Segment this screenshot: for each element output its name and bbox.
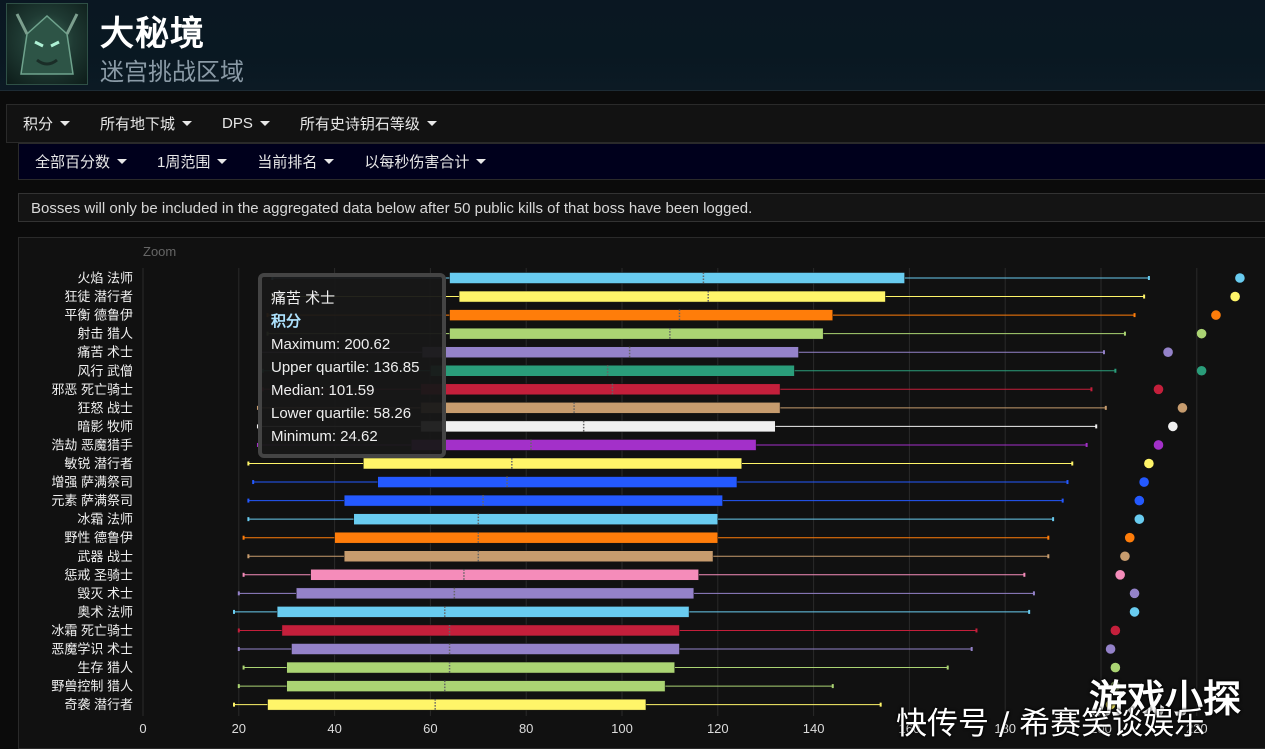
outlier-point[interactable] (1134, 514, 1145, 524)
box[interactable] (421, 346, 799, 358)
x-tick-label: 80 (519, 721, 533, 736)
y-category-label: 暗影 牧师 (77, 419, 133, 434)
x-tick-label: 140 (803, 721, 825, 736)
x-tick-label: 60 (423, 721, 437, 736)
tooltip-lower-quartile: Lower quartile: 58.26 (271, 405, 412, 422)
y-category-label: 元素 萨满祭司 (51, 493, 133, 508)
tooltip-metric: 积分 (271, 313, 302, 330)
box[interactable] (458, 290, 886, 303)
box[interactable] (420, 420, 776, 433)
tooltip-spec: 痛苦 术士 (271, 290, 336, 307)
box[interactable] (343, 550, 714, 562)
box[interactable] (310, 569, 699, 581)
y-category-label: 野性 德鲁伊 (64, 530, 133, 545)
y-category-label: 毁灭 术士 (77, 586, 133, 601)
x-tick-label: 120 (707, 721, 729, 736)
tooltip-minimum: Minimum: 24.62 (271, 428, 378, 445)
box[interactable] (363, 457, 742, 470)
outlier-point[interactable] (1153, 440, 1164, 450)
outlier-point[interactable] (1230, 291, 1240, 302)
outlier-point[interactable] (1105, 644, 1116, 654)
outlier-point[interactable] (1163, 347, 1173, 358)
y-category-label: 狂怒 战士 (77, 400, 133, 415)
outlier-point[interactable] (1235, 273, 1245, 283)
y-category-label: 射击 猎人 (77, 326, 133, 341)
outlier-point[interactable] (1120, 551, 1130, 562)
outlier-point[interactable] (1110, 625, 1121, 636)
y-category-label: 奥术 法师 (77, 604, 133, 619)
x-tick-label: 100 (611, 721, 633, 736)
x-tick-label: 0 (139, 721, 146, 736)
chart-tooltip: 痛苦 术士 积分 Maximum: 200.62 Upper quartile:… (258, 273, 446, 458)
outlier-point[interactable] (1196, 328, 1207, 339)
y-category-label: 冰霜 死亡骑士 (51, 623, 133, 638)
box[interactable] (430, 365, 795, 377)
box[interactable] (296, 587, 695, 600)
outlier-point[interactable] (1129, 607, 1140, 617)
outlier-point[interactable] (1124, 532, 1135, 543)
outlier-point[interactable] (1115, 570, 1125, 580)
y-category-label: 恶魔学识 术士 (51, 642, 133, 657)
outlier-point[interactable] (1139, 477, 1149, 487)
y-category-label: 武器 战士 (77, 549, 133, 564)
watermark: 游戏小探 快传号 / 希赛笑谈娱乐 (896, 668, 1261, 742)
y-category-label: 平衡 德鲁伊 (64, 308, 133, 323)
box[interactable] (449, 272, 905, 284)
y-category-label: 奇袭 潜行者 (64, 697, 133, 712)
tooltip-upper-quartile: Upper quartile: 136.85 (271, 359, 420, 376)
zoom-label[interactable]: Zoom (143, 244, 176, 259)
y-category-label: 火焰 法师 (77, 271, 133, 286)
box[interactable] (291, 643, 680, 655)
box[interactable] (449, 327, 824, 340)
y-category-label: 惩戒 圣骑士 (64, 567, 133, 582)
box[interactable] (286, 680, 666, 692)
outlier-point[interactable] (1211, 310, 1221, 320)
outlier-point[interactable] (1129, 588, 1140, 599)
box[interactable] (377, 476, 738, 488)
y-category-label: 狂徒 潜行者 (64, 289, 133, 304)
y-category-label: 浩劫 恶魔猎手 (51, 437, 133, 452)
x-tick-label: 20 (232, 721, 246, 736)
tooltip-maximum: Maximum: 200.62 (271, 336, 391, 353)
boxplot-chart[interactable]: 0 20 40 60 80 100 120 140 160 180 200 220火焰 法师狂徒 潜行… (0, 0, 1265, 739)
box[interactable] (334, 531, 719, 544)
watermark-source: 快传号 / 希赛笑谈娱乐 (896, 706, 1206, 742)
outlier-point[interactable] (1196, 365, 1207, 376)
y-category-label: 风行 武僧 (77, 363, 133, 378)
x-tick-label: 40 (327, 721, 341, 736)
y-category-label: 野兽控制 猎人 (51, 679, 133, 694)
box[interactable] (353, 513, 719, 525)
outlier-point[interactable] (1144, 458, 1154, 469)
box[interactable] (267, 698, 647, 711)
outlier-point[interactable] (1134, 495, 1145, 506)
outlier-point[interactable] (1153, 384, 1164, 395)
y-category-label: 邪恶 死亡骑士 (51, 382, 133, 397)
box[interactable] (343, 494, 723, 507)
y-category-label: 痛苦 术士 (77, 345, 133, 360)
box[interactable] (281, 624, 680, 637)
tooltip-median: Median: 101.59 (271, 382, 375, 399)
box[interactable] (420, 402, 781, 414)
box[interactable] (276, 606, 690, 618)
y-category-label: 生存 猎人 (77, 660, 133, 675)
y-category-label: 增强 萨满祭司 (51, 475, 133, 490)
y-category-label: 冰霜 法师 (77, 512, 133, 527)
box[interactable] (410, 439, 757, 451)
box[interactable] (420, 383, 781, 396)
box[interactable] (286, 661, 675, 674)
y-category-label: 敏锐 潜行者 (64, 456, 133, 471)
outlier-point[interactable] (1177, 403, 1188, 413)
outlier-point[interactable] (1168, 421, 1178, 432)
box[interactable] (449, 309, 834, 321)
